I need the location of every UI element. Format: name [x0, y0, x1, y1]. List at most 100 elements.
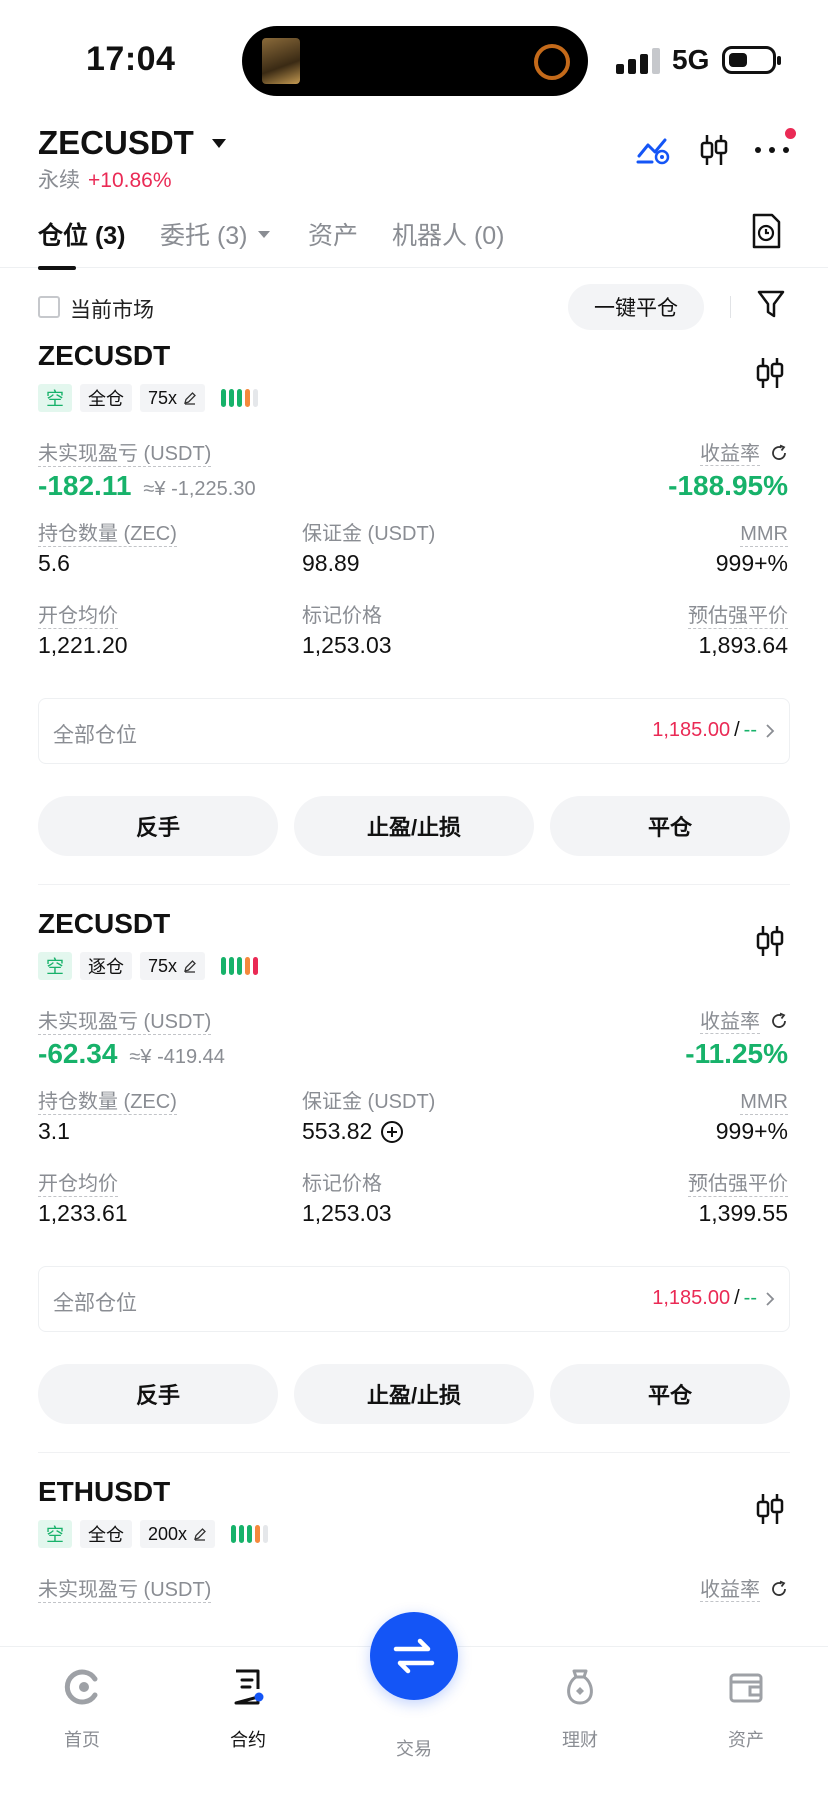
entry-price-value: 1,221.20 — [38, 632, 128, 658]
entry-price-label[interactable]: 开仓均价 — [38, 604, 118, 629]
close-position-button[interactable]: 平仓 — [550, 796, 790, 856]
mmr-label[interactable]: MMR — [740, 522, 788, 547]
unrealized-pnl-label[interactable]: 未实现盈亏 (USDT) — [38, 1578, 212, 1603]
roi-label[interactable]: 收益率 — [700, 443, 760, 466]
tp-sl-button[interactable]: 止盈/止损 — [294, 1364, 534, 1424]
take-profit-price: 1,185.00 — [652, 1287, 731, 1309]
unrealized-pnl-label[interactable]: 未实现盈亏 (USDT) — [38, 1010, 212, 1035]
leverage-badge[interactable]: 200x — [140, 1520, 216, 1548]
pnl-cny: ≈¥ -419.44 — [129, 1046, 225, 1068]
margin-label: 保证金 (USDT) — [302, 523, 436, 545]
risk-bar — [263, 1525, 269, 1543]
tab-positions[interactable]: 仓位 (3) — [38, 216, 126, 270]
roi-label[interactable]: 收益率 — [700, 1579, 760, 1602]
position-actions: 反手 止盈/止损 平仓 — [38, 796, 790, 856]
roi-label[interactable]: 收益率 — [700, 1011, 760, 1034]
pnl-cny: ≈¥ -1,225.30 — [143, 478, 256, 500]
tab-assets[interactable]: 资产 — [308, 216, 358, 252]
risk-bar — [253, 957, 259, 975]
nav-assets[interactable]: 资产 — [696, 1667, 796, 1752]
nav-futures[interactable]: 合约 — [198, 1667, 298, 1752]
mmr-label[interactable]: MMR — [740, 1090, 788, 1115]
trade-button[interactable] — [370, 1612, 458, 1700]
candlestick-icon[interactable] — [754, 924, 788, 958]
home-icon — [64, 1669, 98, 1705]
risk-bar — [239, 1525, 245, 1543]
nav-trade[interactable]: 交易 — [364, 1735, 464, 1761]
roi-header: 收益率 — [700, 1578, 788, 1602]
risk-bar — [229, 957, 235, 975]
side-badge: 空 — [38, 1520, 72, 1548]
all-positions-label: 全部仓位 — [53, 724, 137, 747]
risk-bar — [237, 957, 243, 975]
more-icon[interactable] — [752, 128, 796, 170]
mark-price-label: 标记价格 — [302, 1173, 382, 1195]
wallet-icon — [729, 1673, 763, 1703]
close-all-button[interactable]: 一键平仓 — [568, 284, 704, 330]
edit-icon — [184, 392, 196, 405]
entry-price-label[interactable]: 开仓均价 — [38, 1172, 118, 1197]
chevron-down-icon — [211, 138, 226, 148]
add-margin-icon[interactable] — [380, 1120, 404, 1144]
qty-label[interactable]: 持仓数量 (ZEC) — [38, 522, 177, 547]
leverage-badge[interactable]: 75x — [140, 952, 206, 980]
qty-label[interactable]: 持仓数量 (ZEC) — [38, 1090, 177, 1115]
risk-bar — [221, 389, 227, 407]
edit-icon — [194, 1528, 206, 1541]
roi-header: 收益率 — [700, 1010, 788, 1034]
risk-bar — [247, 1525, 253, 1543]
risk-bar — [255, 1525, 261, 1543]
tpsl-all-positions-row[interactable]: 全部仓位 1,185.00/-- — [38, 1266, 790, 1332]
mmr-value: 999+% — [715, 550, 788, 576]
nav-earn[interactable]: 理财 — [530, 1667, 630, 1752]
divider — [38, 1452, 790, 1453]
risk-bar — [221, 957, 227, 975]
history-icon[interactable] — [748, 212, 788, 252]
margin-mode-badge[interactable]: 逐仓 — [80, 952, 132, 980]
leverage-badge[interactable]: 75x — [140, 384, 206, 412]
stop-loss-price: -- — [743, 1287, 757, 1309]
position-symbol[interactable]: ZECUSDT — [38, 340, 170, 372]
pair-title: ZECUSDT — [38, 124, 194, 161]
candlestick-icon[interactable] — [694, 130, 734, 170]
tpsl-values: 1,185.00/-- — [652, 719, 757, 741]
liq-price-label[interactable]: 预估强平价 — [688, 1172, 788, 1197]
candlestick-icon[interactable] — [754, 1492, 788, 1526]
tab-bots[interactable]: 机器人 (0) — [392, 216, 505, 252]
tp-sl-button[interactable]: 止盈/止损 — [294, 796, 534, 856]
take-profit-price: 1,185.00 — [652, 719, 731, 741]
candlestick-icon[interactable] — [754, 356, 788, 390]
trend-alert-icon[interactable] — [634, 130, 674, 170]
pair-subtitle: 永续 +10.86% — [38, 164, 172, 194]
nav-home[interactable]: 首页 — [32, 1667, 132, 1752]
margin-value: 98.89 — [302, 550, 360, 576]
unrealized-pnl-label[interactable]: 未实现盈亏 (USDT) — [38, 442, 212, 467]
mark-price-value: 1,253.03 — [302, 1200, 392, 1226]
margin-mode-badge[interactable]: 全仓 — [80, 1520, 132, 1548]
filter-icon[interactable] — [756, 288, 790, 324]
margin-mode-badge[interactable]: 全仓 — [80, 384, 132, 412]
activity-ring-icon — [534, 44, 570, 80]
price-change: +10.86% — [88, 169, 172, 192]
liq-price-value: 1,399.55 — [698, 1200, 788, 1226]
all-positions-label: 全部仓位 — [53, 1292, 137, 1315]
pair-selector[interactable]: ZECUSDT — [38, 124, 226, 162]
reverse-button[interactable]: 反手 — [38, 1364, 278, 1424]
tab-orders[interactable]: 委托 (3) — [160, 216, 270, 252]
network-type: 5G — [672, 44, 710, 75]
position-tags: 空 全仓 200x — [38, 1520, 269, 1548]
reverse-button[interactable]: 反手 — [38, 796, 278, 856]
tpsl-all-positions-row[interactable]: 全部仓位 1,185.00/-- — [38, 698, 790, 764]
position-symbol[interactable]: ZECUSDT — [38, 908, 170, 940]
side-badge: 空 — [38, 952, 72, 980]
status-bar: 17:04 5G — [0, 0, 828, 110]
chevron-down-icon — [257, 230, 270, 238]
risk-bar — [237, 389, 243, 407]
close-position-button[interactable]: 平仓 — [550, 1364, 790, 1424]
liq-price-label[interactable]: 预估强平价 — [688, 604, 788, 629]
current-market-checkbox[interactable] — [38, 296, 60, 318]
battery-icon — [722, 46, 781, 74]
position-symbol[interactable]: ETHUSDT — [38, 1476, 170, 1508]
pnl-value: -182.11 — [38, 470, 132, 501]
margin-value-row: 553.82 — [302, 1118, 404, 1145]
